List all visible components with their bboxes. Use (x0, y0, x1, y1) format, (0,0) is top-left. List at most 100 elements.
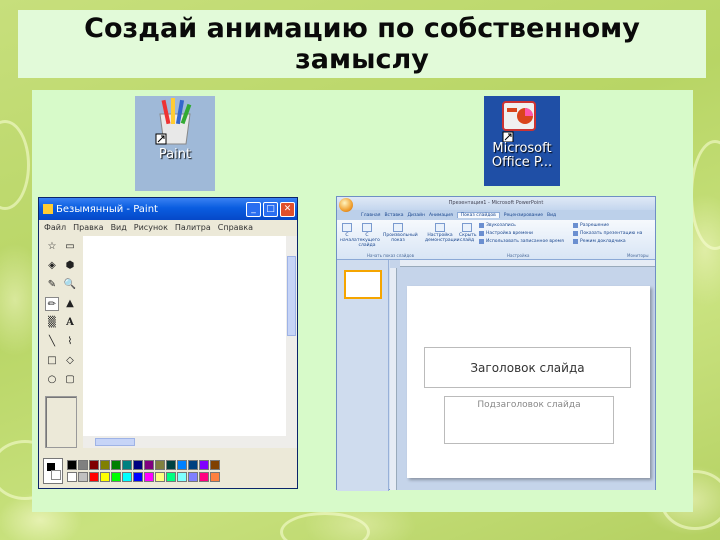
setup-show-icon (435, 223, 445, 232)
free-select-tool-icon[interactable]: ☆ (45, 240, 59, 254)
use-timings-option[interactable]: Использовать записанное время (479, 239, 564, 244)
slide-thumbnail[interactable] (344, 270, 382, 299)
slideshow-icon (342, 223, 352, 232)
ppt-title-bar[interactable]: Презентация1 - Microsoft PowerPoint (337, 197, 655, 210)
slide-editor: Заголовок слайда Подзаголовок слайда (390, 260, 655, 490)
vertical-scrollbar[interactable] (286, 236, 297, 436)
show-on-label: Показать презентацию на (580, 231, 643, 236)
resolution-option[interactable]: Разрешение (573, 223, 609, 228)
tab-review[interactable]: Рецензирование (504, 213, 543, 218)
magnifier-tool-icon[interactable]: 🔍 (63, 278, 77, 292)
canvas-area (83, 236, 297, 448)
palette-swatch[interactable] (100, 472, 110, 482)
eraser-tool-icon[interactable]: ◈ (45, 259, 59, 273)
palette-swatch[interactable] (67, 472, 77, 482)
tab-design[interactable]: Дизайн (408, 213, 425, 218)
maximize-button[interactable]: □ (263, 201, 278, 217)
tab-view[interactable]: Вид (547, 213, 556, 218)
paint-title-bar[interactable]: Безымянный - Paint _ □ ✕ (39, 198, 297, 220)
palette-swatch[interactable] (155, 460, 165, 470)
paint-shortcut-icon[interactable]: Paint (135, 96, 215, 191)
palette-swatch[interactable] (199, 460, 209, 470)
pencil-tool-icon[interactable]: ✏ (45, 297, 59, 311)
palette-swatch[interactable] (144, 460, 154, 470)
palette-swatch[interactable] (155, 472, 165, 482)
close-button[interactable]: ✕ (280, 201, 295, 217)
vertical-scroll-thumb[interactable] (287, 256, 296, 336)
line-tool-icon[interactable]: ╲ (45, 335, 59, 349)
palette-swatch[interactable] (166, 460, 176, 470)
resolution-label: Разрешение (580, 223, 610, 228)
tool-options-box[interactable] (45, 396, 77, 448)
menu-palette[interactable]: Палитра (175, 223, 211, 232)
palette-swatch[interactable] (199, 472, 209, 482)
palette-swatch[interactable] (100, 460, 110, 470)
airbrush-tool-icon[interactable]: ▒ (45, 316, 59, 330)
palette-swatch[interactable] (78, 460, 88, 470)
subtitle-placeholder[interactable]: Подзаголовок слайда (444, 396, 614, 444)
menu-edit[interactable]: Правка (73, 223, 103, 232)
powerpoint-shortcut-icon[interactable]: Microsoft Office P... (484, 96, 560, 186)
title-placeholder[interactable]: Заголовок слайда (424, 347, 631, 388)
palette-swatch[interactable] (177, 472, 187, 482)
tab-home[interactable]: Главная (361, 213, 380, 218)
current-colors[interactable] (43, 458, 63, 484)
palette-swatch[interactable] (78, 472, 88, 482)
horizontal-scrollbar[interactable] (83, 436, 297, 448)
palette-swatch[interactable] (122, 460, 132, 470)
palette-swatch[interactable] (210, 460, 220, 470)
vertical-ruler (390, 268, 397, 490)
menu-image[interactable]: Рисунок (134, 223, 168, 232)
color-picker-tool-icon[interactable]: ✎ (45, 278, 59, 292)
fill-tool-icon[interactable]: ⬢ (63, 259, 77, 273)
drawing-canvas[interactable] (83, 236, 286, 436)
palette-swatch[interactable] (122, 472, 132, 482)
palette-swatch[interactable] (89, 460, 99, 470)
tab-insert[interactable]: Вставка (384, 213, 403, 218)
palette-swatch[interactable] (111, 472, 121, 482)
ribbon: С начала С текущего слайда Произвольный … (337, 220, 655, 260)
from-beginning-label: С начала (340, 233, 357, 243)
palette-swatch[interactable] (133, 460, 143, 470)
text-tool-icon[interactable]: A (63, 316, 77, 330)
ellipse-tool-icon[interactable]: ○ (45, 373, 59, 387)
palette-swatch[interactable] (166, 472, 176, 482)
rehearse-timings-option[interactable]: Настройка времени (479, 231, 533, 236)
timing-icon (479, 231, 484, 236)
palette-swatch[interactable] (177, 460, 187, 470)
polygon-tool-icon[interactable]: ◇ (63, 354, 77, 368)
palette-swatch[interactable] (67, 460, 77, 470)
palette-swatch[interactable] (188, 472, 198, 482)
presenter-view-label: Режим докладчика (580, 239, 626, 244)
presenter-view-option[interactable]: Режим докладчика (573, 239, 626, 244)
brush-tool-icon[interactable]: ▲ (63, 297, 77, 311)
custom-show-button[interactable]: Произвольный показ (383, 223, 418, 243)
horizontal-scroll-thumb[interactable] (95, 438, 135, 446)
setup-show-button[interactable]: Настройка демонстрации (425, 223, 460, 243)
rectangle-tool-icon[interactable]: □ (45, 354, 59, 368)
menu-help[interactable]: Справка (218, 223, 253, 232)
curve-tool-icon[interactable]: ⌇ (63, 335, 77, 349)
slides-pane (337, 260, 389, 491)
menu-view[interactable]: Вид (111, 223, 127, 232)
from-beginning-button[interactable]: С начала (340, 223, 357, 243)
rect-select-tool-icon[interactable]: ▭ (63, 240, 77, 254)
palette-swatch[interactable] (188, 460, 198, 470)
hide-slide-button[interactable]: Скрыть слайд (459, 223, 477, 243)
palette-swatch[interactable] (133, 472, 143, 482)
palette-swatch[interactable] (89, 472, 99, 482)
menu-file[interactable]: Файл (44, 223, 66, 232)
title-banner: Создай анимацию по собственному замыслу (18, 10, 706, 78)
minimize-button[interactable]: _ (246, 201, 261, 217)
rounded-rect-tool-icon[interactable]: ▢ (63, 373, 77, 387)
record-narration-option[interactable]: Звукозапись (479, 223, 516, 228)
palette-swatch[interactable] (111, 460, 121, 470)
ribbon-tabs: Главная Вставка Дизайн Анимация Показ сл… (337, 210, 655, 220)
palette-swatch[interactable] (210, 472, 220, 482)
tab-slide-show[interactable]: Показ слайдов (456, 212, 500, 218)
tab-animation[interactable]: Анимация (429, 213, 453, 218)
palette-swatch[interactable] (144, 472, 154, 482)
show-on-option[interactable]: Показать презентацию на (573, 231, 642, 236)
office-button-icon[interactable] (339, 198, 353, 212)
from-current-button[interactable]: С текущего слайда (357, 223, 380, 248)
